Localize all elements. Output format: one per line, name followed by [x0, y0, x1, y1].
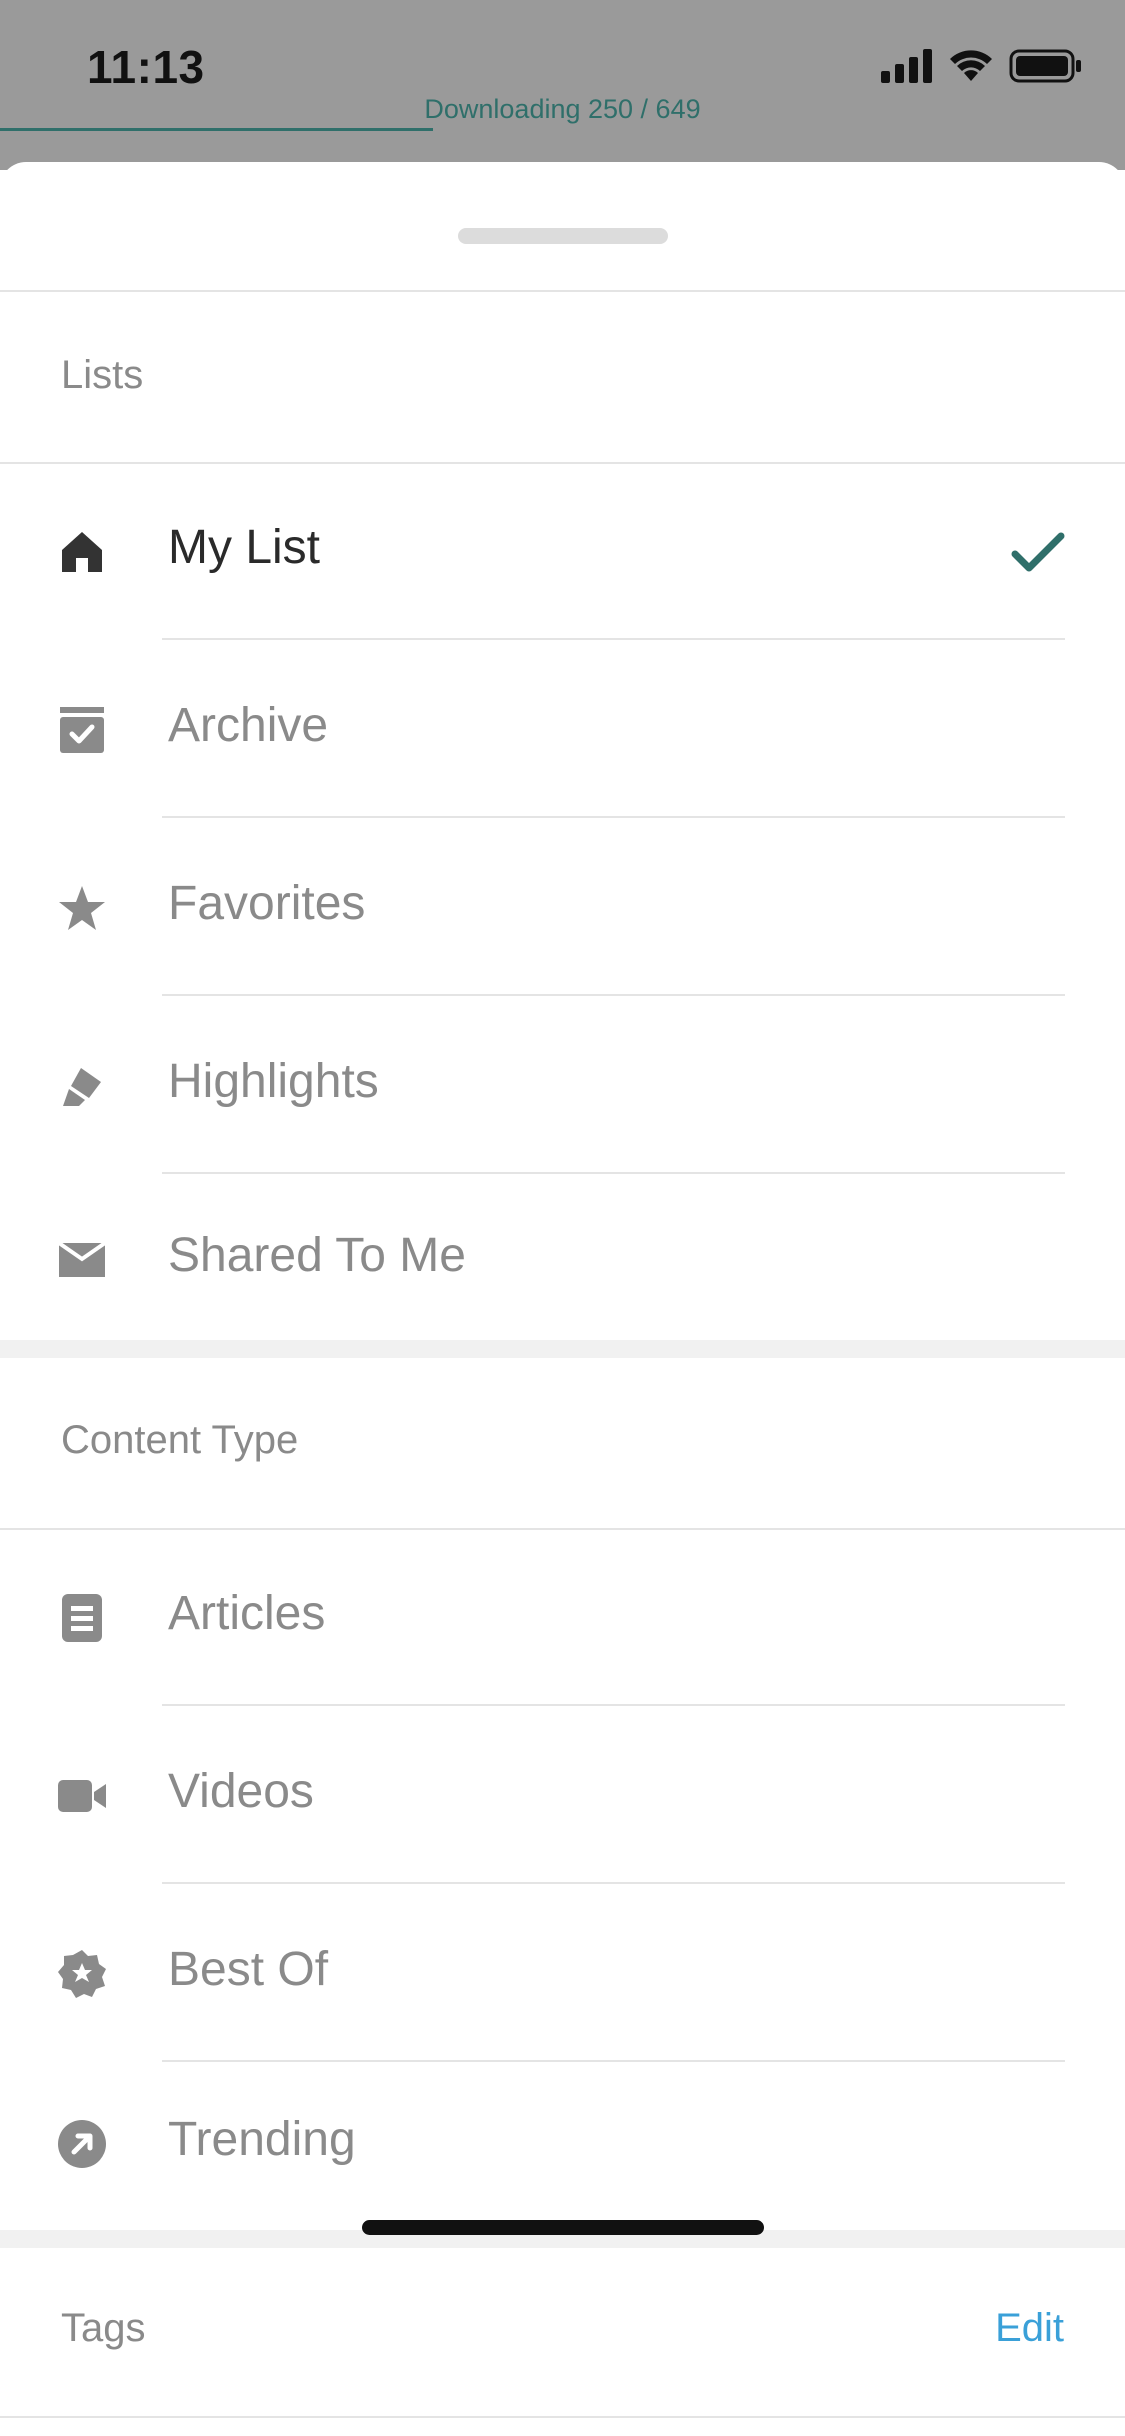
- list-item-my-list[interactable]: My List: [0, 462, 1125, 640]
- status-time: 11:13: [87, 41, 205, 93]
- list-item-archive[interactable]: Archive: [0, 640, 1125, 818]
- checkmark-icon: [1011, 530, 1065, 579]
- video-icon: [56, 1770, 108, 1822]
- list-item-label: Archive: [168, 699, 329, 752]
- list-item-highlights[interactable]: Highlights: [0, 996, 1125, 1174]
- section-title-content-type: Content Type: [61, 1418, 299, 1462]
- content-type-label: Best Of: [168, 1943, 329, 1996]
- home-indicator[interactable]: [362, 2220, 764, 2235]
- star-icon: [56, 882, 108, 934]
- home-icon: [56, 526, 108, 578]
- sheet-grabber-handle[interactable]: [458, 228, 668, 244]
- section-title-tags: Tags: [61, 2306, 146, 2350]
- list-item-label: Favorites: [168, 877, 366, 930]
- content-type-item-best-of[interactable]: Best Of: [0, 1884, 1125, 2062]
- article-icon: [56, 1592, 108, 1644]
- badge-star-icon: [56, 1948, 108, 2000]
- tags-edit-link[interactable]: Edit: [995, 2306, 1064, 2351]
- highlighter-icon: [56, 1060, 108, 1112]
- content-type-item-articles[interactable]: Articles: [0, 1528, 1125, 1706]
- content-type-item-trending[interactable]: Trending: [0, 2062, 1125, 2222]
- content-type-label: Articles: [168, 1587, 326, 1640]
- trending-arrow-icon: [56, 2118, 108, 2170]
- divider: [0, 2416, 1125, 2418]
- download-status-text: Downloading 250 / 649: [424, 94, 701, 124]
- section-separator-band: [0, 1340, 1125, 1358]
- cellular-signal-icon: [881, 48, 933, 88]
- filter-sheet: Lists My List Archive Favorites Highligh…: [0, 162, 1125, 2436]
- download-progress-bar: [0, 128, 1125, 131]
- divider: [0, 290, 1125, 292]
- status-bar-backdrop: 11:13 Downloading 250 / 649: [0, 0, 1125, 170]
- list-item-shared-to-me[interactable]: Shared To Me: [0, 1174, 1125, 1334]
- content-type-item-videos[interactable]: Videos: [0, 1706, 1125, 1884]
- archive-icon: [56, 704, 108, 756]
- download-progress-fill: [0, 128, 434, 131]
- list-item-label: Highlights: [168, 1055, 379, 1108]
- status-icons: [881, 48, 1083, 88]
- list-item-label: Shared To Me: [168, 1229, 466, 1282]
- content-type-label: Videos: [168, 1765, 314, 1818]
- list-item-label: My List: [168, 521, 321, 574]
- wifi-icon: [949, 49, 993, 88]
- content-type-label: Trending: [168, 2113, 356, 2166]
- section-title-lists: Lists: [61, 353, 144, 397]
- list-item-favorites[interactable]: Favorites: [0, 818, 1125, 996]
- envelope-icon: [56, 1234, 108, 1286]
- battery-icon: [1009, 48, 1083, 89]
